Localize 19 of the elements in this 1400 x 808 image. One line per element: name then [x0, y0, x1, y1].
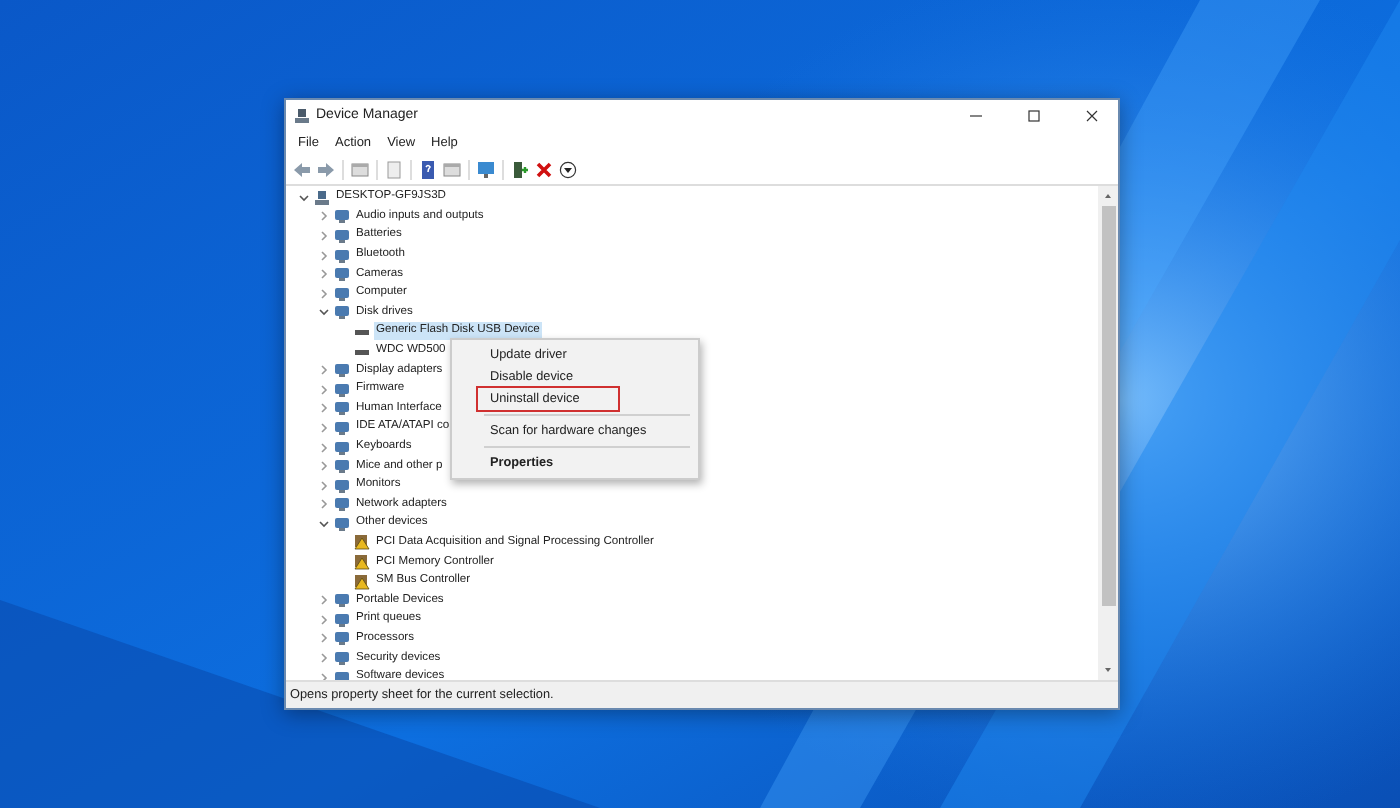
computer-icon	[294, 107, 310, 123]
remove-icon[interactable]	[534, 159, 554, 179]
add-driver-icon[interactable]	[510, 159, 530, 179]
monitor-icon[interactable]	[476, 159, 496, 179]
maximize-icon[interactable]	[1024, 105, 1044, 125]
scroll-down-icon[interactable]	[1102, 664, 1114, 676]
close-icon[interactable]	[1082, 105, 1102, 125]
forward-arrow-icon[interactable]	[316, 159, 336, 179]
properties-icon[interactable]	[384, 159, 404, 179]
chevron-icon[interactable]	[298, 191, 310, 204]
chevron-icon[interactable]	[318, 517, 330, 530]
panel-icon[interactable]	[350, 159, 370, 179]
scroll-up-icon[interactable]	[1102, 190, 1114, 202]
download-circle-icon[interactable]	[558, 159, 578, 179]
computer-icon	[314, 189, 330, 206]
scrollbar[interactable]	[1098, 186, 1118, 680]
chevron-icon[interactable]	[318, 306, 330, 319]
back-arrow-icon[interactable]	[292, 159, 312, 179]
help-icon[interactable]	[418, 159, 438, 179]
